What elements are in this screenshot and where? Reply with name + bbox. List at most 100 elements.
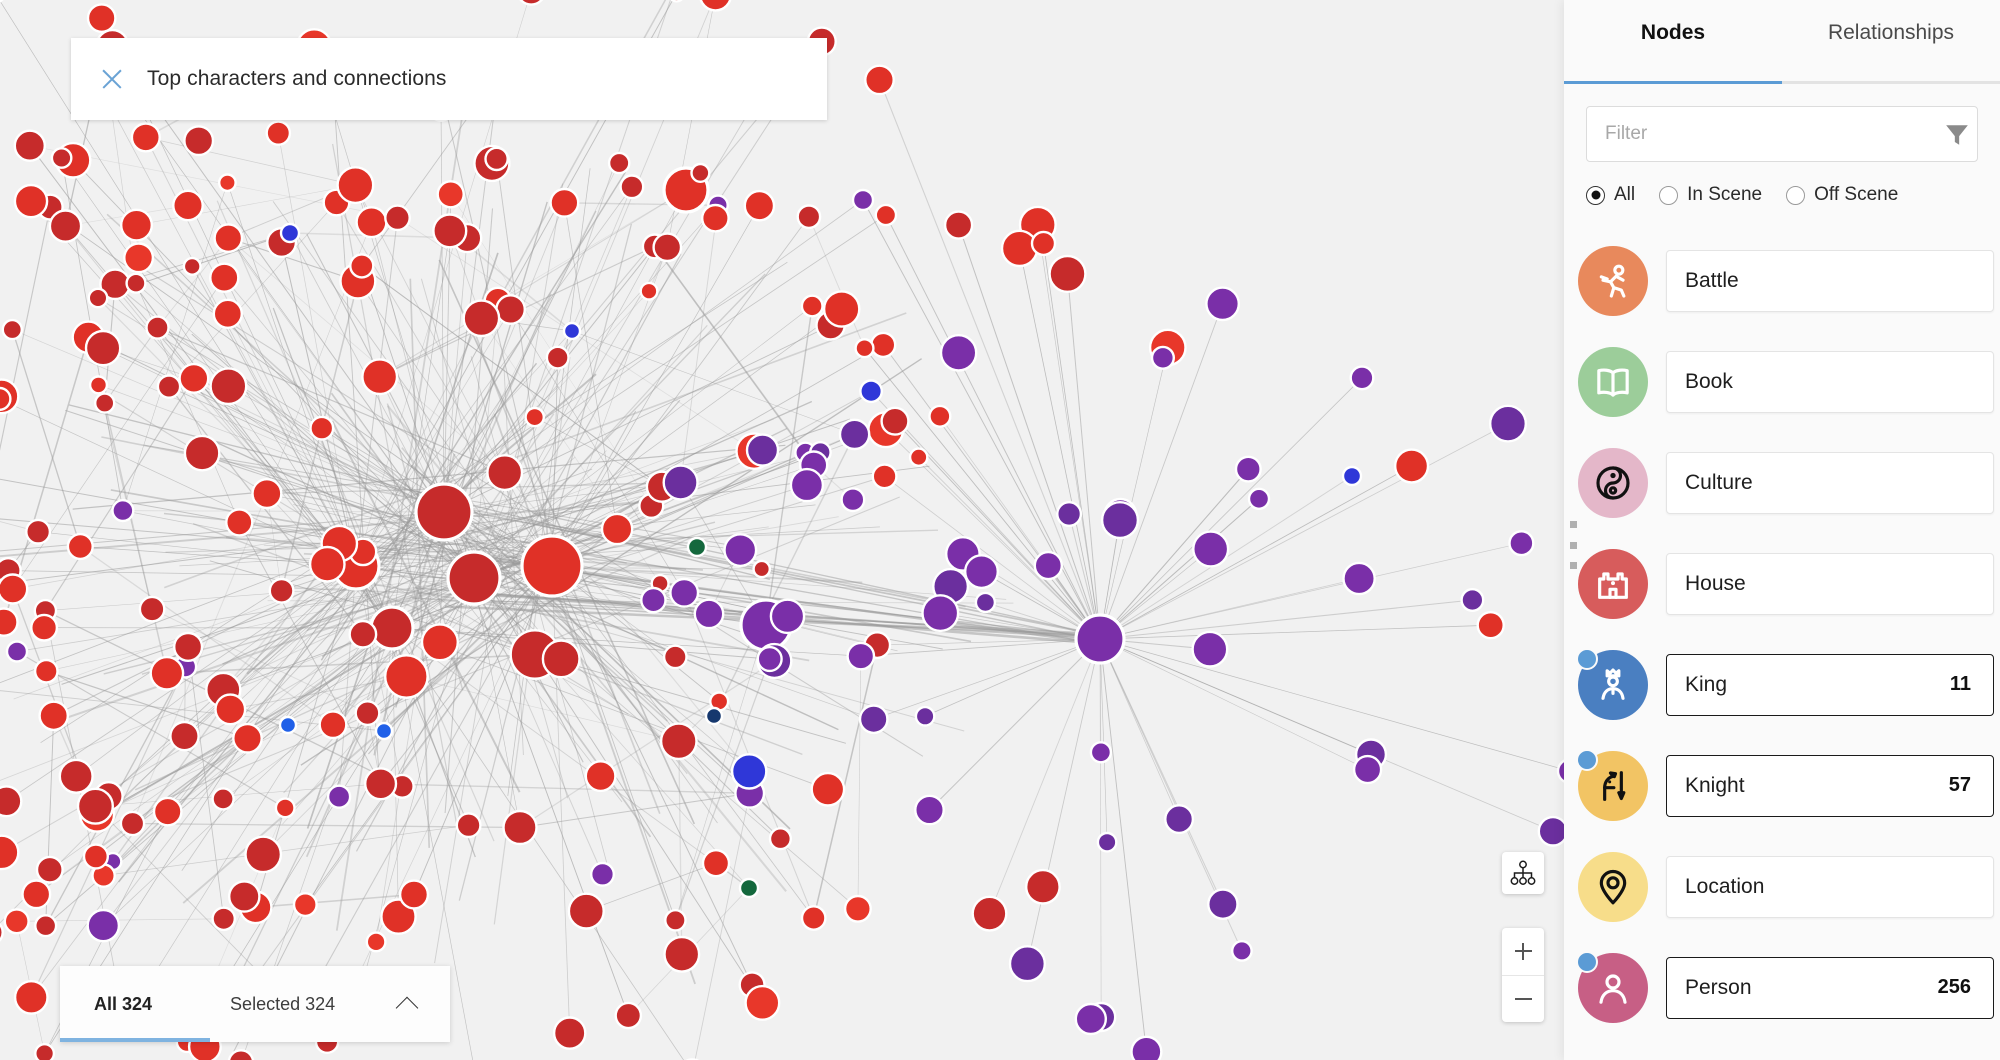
graph-node[interactable] bbox=[292, 892, 318, 918]
graph-node[interactable] bbox=[928, 404, 952, 428]
drag-handle-icon[interactable] bbox=[1570, 521, 1580, 569]
graph-node[interactable] bbox=[1192, 530, 1230, 568]
graph-node[interactable] bbox=[669, 577, 700, 608]
graph-visualization[interactable] bbox=[0, 0, 1564, 1060]
node-type-row-book[interactable]: Book bbox=[1564, 331, 2000, 432]
graph-node[interactable] bbox=[1150, 345, 1175, 370]
graph-node[interactable] bbox=[730, 753, 768, 790]
graph-node[interactable] bbox=[669, 0, 685, 3]
graph-node[interactable] bbox=[846, 641, 876, 671]
graph-node[interactable] bbox=[0, 785, 23, 818]
scope-radio-in-scene[interactable]: In Scene bbox=[1659, 184, 1762, 206]
graph-node[interactable] bbox=[455, 812, 482, 839]
graph-node[interactable] bbox=[93, 392, 116, 414]
graph-node[interactable] bbox=[1460, 588, 1485, 613]
graph-canvas[interactable]: Top characters and connections All 324 S… bbox=[0, 0, 1564, 1060]
graph-node[interactable] bbox=[768, 827, 792, 851]
graph-node[interactable] bbox=[524, 406, 546, 428]
graph-node[interactable] bbox=[309, 415, 335, 441]
graph-node[interactable] bbox=[354, 700, 381, 727]
graph-node[interactable] bbox=[58, 758, 94, 794]
graph-node[interactable] bbox=[789, 467, 825, 503]
graph-node[interactable] bbox=[462, 299, 501, 338]
node-type-pill[interactable]: Culture bbox=[1666, 451, 1994, 514]
graph-node[interactable] bbox=[1164, 804, 1195, 835]
graph-node[interactable] bbox=[769, 598, 806, 635]
selection-status-bar[interactable]: All 324 Selected 324 bbox=[60, 966, 450, 1042]
graph-node[interactable] bbox=[414, 482, 474, 542]
graph-node[interactable] bbox=[1349, 365, 1375, 391]
graph-node[interactable] bbox=[212, 298, 244, 329]
graph-node[interactable] bbox=[111, 499, 135, 523]
graph-node[interactable] bbox=[800, 294, 824, 318]
graph-node[interactable] bbox=[1100, 500, 1140, 540]
graph-node[interactable] bbox=[5, 640, 29, 663]
graph-node[interactable] bbox=[1508, 530, 1535, 557]
graph-node[interactable] bbox=[486, 454, 524, 492]
node-type-pill[interactable]: House bbox=[1666, 552, 1994, 615]
graph-node[interactable] bbox=[652, 232, 683, 263]
graph-node[interactable] bbox=[810, 771, 846, 807]
graph-node[interactable] bbox=[640, 586, 667, 614]
graph-node[interactable] bbox=[87, 287, 109, 309]
graph-node[interactable] bbox=[964, 554, 1000, 590]
graph-node[interactable] bbox=[1342, 561, 1376, 596]
graph-node[interactable] bbox=[119, 208, 153, 242]
graph-node[interactable] bbox=[432, 213, 468, 249]
node-type-pill[interactable]: Location bbox=[1666, 855, 1994, 918]
graph-node[interactable] bbox=[365, 931, 387, 953]
graph-node[interactable] bbox=[0, 573, 29, 605]
graph-node[interactable] bbox=[361, 358, 399, 396]
graph-node[interactable] bbox=[851, 188, 875, 212]
graph-node[interactable] bbox=[86, 3, 117, 34]
graph-node[interactable] bbox=[33, 658, 59, 684]
graph-node[interactable] bbox=[398, 879, 430, 910]
graph-node[interactable] bbox=[1056, 501, 1083, 528]
graph-node[interactable] bbox=[251, 478, 283, 510]
graph-node[interactable] bbox=[541, 639, 581, 679]
graph-node[interactable] bbox=[384, 204, 411, 232]
graph-node[interactable] bbox=[701, 203, 730, 233]
node-type-pill[interactable]: King 11 bbox=[1666, 653, 1994, 716]
castle-icon[interactable] bbox=[1578, 548, 1648, 619]
graph-node[interactable] bbox=[549, 187, 580, 218]
graph-node[interactable] bbox=[48, 209, 83, 243]
graph-node[interactable] bbox=[217, 173, 237, 193]
graph-node[interactable] bbox=[1352, 754, 1383, 785]
graph-node[interactable] bbox=[1205, 286, 1241, 322]
graph-node[interactable] bbox=[183, 125, 215, 157]
graph-node[interactable] bbox=[843, 894, 872, 923]
graph-node[interactable] bbox=[76, 787, 114, 825]
graph-node[interactable] bbox=[756, 645, 783, 673]
running-person-icon[interactable] bbox=[1578, 245, 1648, 316]
graph-node[interactable] bbox=[484, 146, 509, 172]
graph-node[interactable] bbox=[25, 518, 52, 545]
graph-node[interactable] bbox=[152, 796, 183, 827]
graph-node[interactable] bbox=[1074, 613, 1126, 665]
graph-node[interactable] bbox=[663, 935, 701, 973]
node-type-pill[interactable]: Knight 57 bbox=[1666, 754, 1994, 817]
graph-node[interactable] bbox=[1130, 1035, 1163, 1060]
graph-node[interactable] bbox=[744, 984, 781, 1021]
graph-node[interactable] bbox=[699, 0, 732, 12]
graph-node[interactable] bbox=[66, 532, 94, 561]
graph-node[interactable] bbox=[1096, 831, 1118, 853]
graph-node[interactable] bbox=[183, 434, 221, 472]
node-type-row-house[interactable]: House bbox=[1564, 533, 2000, 634]
graph-node[interactable] bbox=[800, 905, 827, 931]
graph-node[interactable] bbox=[1048, 254, 1087, 293]
graph-node[interactable] bbox=[145, 315, 170, 340]
graph-node[interactable] bbox=[349, 253, 375, 279]
graph-node[interactable] bbox=[35, 855, 64, 884]
graph-node[interactable] bbox=[1231, 940, 1253, 962]
graph-node[interactable] bbox=[1476, 611, 1505, 640]
graph-node[interactable] bbox=[279, 222, 301, 244]
graph-node[interactable] bbox=[178, 362, 210, 394]
graph-node[interactable] bbox=[693, 598, 725, 630]
node-type-row-person[interactable]: Person 256 bbox=[1564, 937, 2000, 1038]
graph-node[interactable] bbox=[1030, 230, 1057, 257]
graph-node[interactable] bbox=[138, 595, 166, 623]
graph-node[interactable] bbox=[13, 183, 49, 219]
graph-node[interactable] bbox=[1089, 741, 1113, 764]
graph-node[interactable] bbox=[908, 447, 929, 468]
